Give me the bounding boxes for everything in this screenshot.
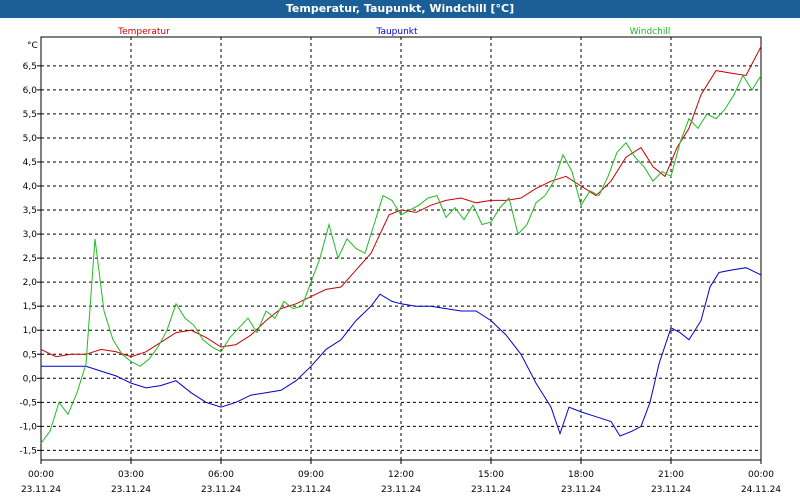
y-tick-label: 0,5 <box>23 350 37 360</box>
x-tick-time-label: 00:00 <box>748 470 774 480</box>
x-tick-date-label: 23.11.24 <box>651 485 691 495</box>
y-tick-label: 6,5 <box>23 62 37 72</box>
legend-item-taupunkt: Taupunkt <box>375 27 418 37</box>
x-tick-date-label: 23.11.24 <box>561 485 601 495</box>
x-tick-date-label: 23.11.24 <box>21 485 61 495</box>
x-tick-time-label: 00:00 <box>28 470 54 480</box>
line-chart: -1,5 -1,0 -0,5 0,0 0,5 1,0 1,5 2,0 2,5 3,0 3,5 4,0 4… <box>19 27 781 495</box>
x-tick-date-label: 24.11.24 <box>741 485 781 495</box>
y-tick-label: 4,5 <box>23 158 37 168</box>
x-tick-date-label: 23.11.24 <box>201 485 241 495</box>
y-tick-label: 3,5 <box>23 206 37 216</box>
x-tick-date-label: 23.11.24 <box>381 485 421 495</box>
chart-legend: Temperatur Taupunkt Windchill <box>117 27 670 37</box>
y-tick-label: -0,5 <box>19 398 37 408</box>
x-tick-time-label: 06:00 <box>208 470 234 480</box>
y-tick-label: 2,5 <box>23 254 37 264</box>
y-tick-label: 4,0 <box>23 182 38 192</box>
y-tick-label: -1,5 <box>19 446 37 456</box>
x-tick-time-label: 09:00 <box>298 470 324 480</box>
y-tick-label: -1,0 <box>19 422 37 432</box>
x-tick-time-label: 12:00 <box>388 470 414 480</box>
y-tick-label: 3,0 <box>23 230 38 240</box>
y-tick-label: 5,5 <box>23 110 37 120</box>
x-tick-time-label: 21:00 <box>658 470 684 480</box>
y-tick-label: 1,5 <box>23 302 37 312</box>
x-tick-time-label: 03:00 <box>118 470 144 480</box>
legend-item-windchill: Windchill <box>630 27 671 37</box>
x-tick-time-label: 15:00 <box>478 470 504 480</box>
y-axis-ticks: -1,5 -1,0 -0,5 0,0 0,5 1,0 1,5 2,0 2,5 3,0 3,5 4,0 4… <box>19 62 41 456</box>
x-axis-ticks: 00:00 23.11.24 03:00 23.11.24 06:00 23.11.24 0… <box>21 460 781 495</box>
x-tick-time-label: 18:00 <box>568 470 594 480</box>
series-lines <box>40 46 762 444</box>
y-tick-label: 6,0 <box>23 86 38 96</box>
y-tick-label: 0,0 <box>23 374 38 384</box>
grid-lines <box>41 37 761 460</box>
x-tick-date-label: 23.11.24 <box>471 485 511 495</box>
x-tick-date-label: 23.11.24 <box>111 485 151 495</box>
y-axis-unit-label: °C <box>27 41 38 51</box>
y-tick-label: 1,0 <box>23 326 38 336</box>
y-tick-label: 5,0 <box>23 134 38 144</box>
y-tick-label: 2,0 <box>23 278 38 288</box>
legend-item-temperatur: Temperatur <box>117 27 170 37</box>
x-tick-date-label: 23.11.24 <box>291 485 331 495</box>
